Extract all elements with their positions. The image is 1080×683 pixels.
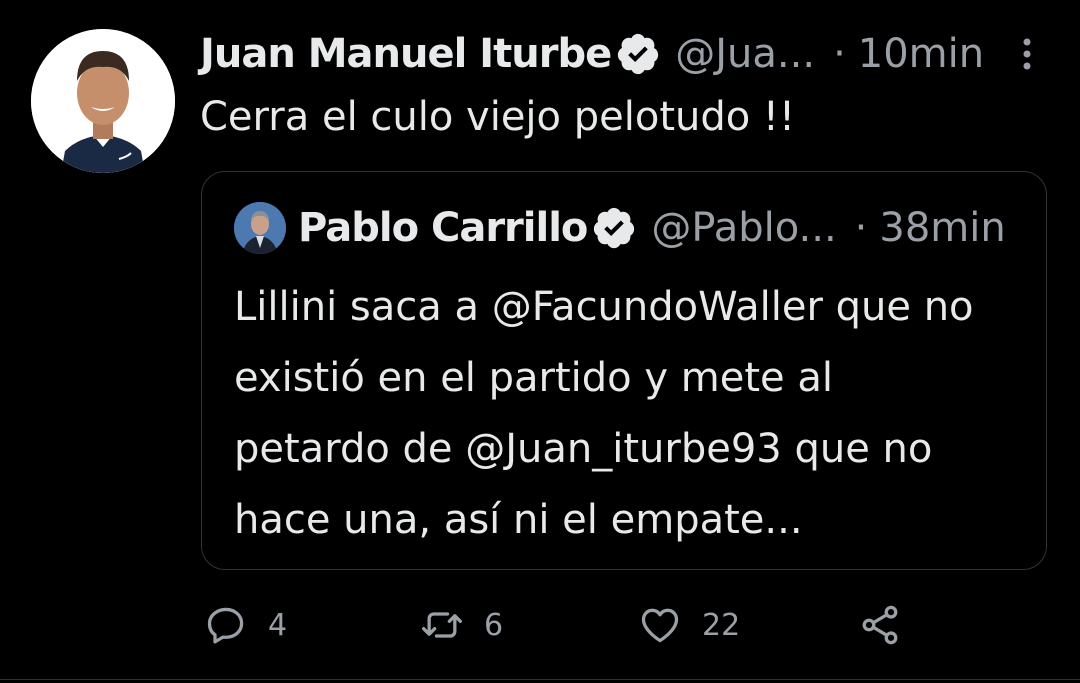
tweet-header: Juan Manuel Iturbe @Jua... · 10min [200, 26, 984, 82]
reply-icon [207, 607, 244, 644]
more-vertical-icon[interactable] [1010, 34, 1044, 74]
retweet-button[interactable]: 6 [420, 597, 503, 653]
quoted-tweet-text: Lillini saca a @FacundoWaller que no exi… [234, 272, 1034, 556]
share-button[interactable] [858, 597, 902, 653]
author-handle[interactable]: @Jua... [675, 31, 815, 77]
tweet-text: Cerra el culo viejo pelotudo !! [200, 94, 795, 140]
quoted-author-avatar [234, 202, 286, 254]
separator-dot: · [854, 205, 868, 251]
author-avatar[interactable] [31, 29, 175, 173]
quoted-tweet-time: 38min [879, 205, 1006, 251]
quoted-author-handle[interactable]: @Pablo... [651, 205, 836, 251]
tweet-actions: 4 6 22 [0, 597, 1080, 653]
heart-icon [641, 608, 679, 643]
divider [0, 679, 1080, 680]
verified-badge-icon [594, 207, 635, 249]
quoted-author-name[interactable]: Pablo Carrillo [298, 205, 588, 251]
reply-button[interactable]: 4 [204, 597, 287, 653]
retweet-count: 6 [484, 607, 504, 643]
like-count: 22 [702, 607, 741, 643]
share-icon [862, 605, 898, 645]
like-button[interactable]: 22 [638, 597, 740, 653]
quoted-text-line: hace una, así ni el empate... [234, 497, 803, 543]
quoted-text-line: petardo de @Juan_iturbe93 que no [234, 426, 933, 472]
quoted-tweet[interactable]: Pablo Carrillo @Pablo... · 38min Lillini… [201, 171, 1047, 570]
tweet-time[interactable]: 10min [858, 31, 984, 77]
quoted-tweet-header: Pablo Carrillo @Pablo... · 38min [298, 200, 1006, 256]
author-name[interactable]: Juan Manuel Iturbe [200, 31, 612, 77]
quoted-text-line: Lillini saca a @FacundoWaller que no [234, 284, 974, 330]
quoted-text-line: existió en el partido y mete al [234, 355, 833, 401]
verified-badge-icon [618, 33, 659, 75]
reply-count: 4 [268, 607, 288, 643]
retweet-icon [422, 612, 462, 638]
separator-dot: · [833, 31, 846, 77]
